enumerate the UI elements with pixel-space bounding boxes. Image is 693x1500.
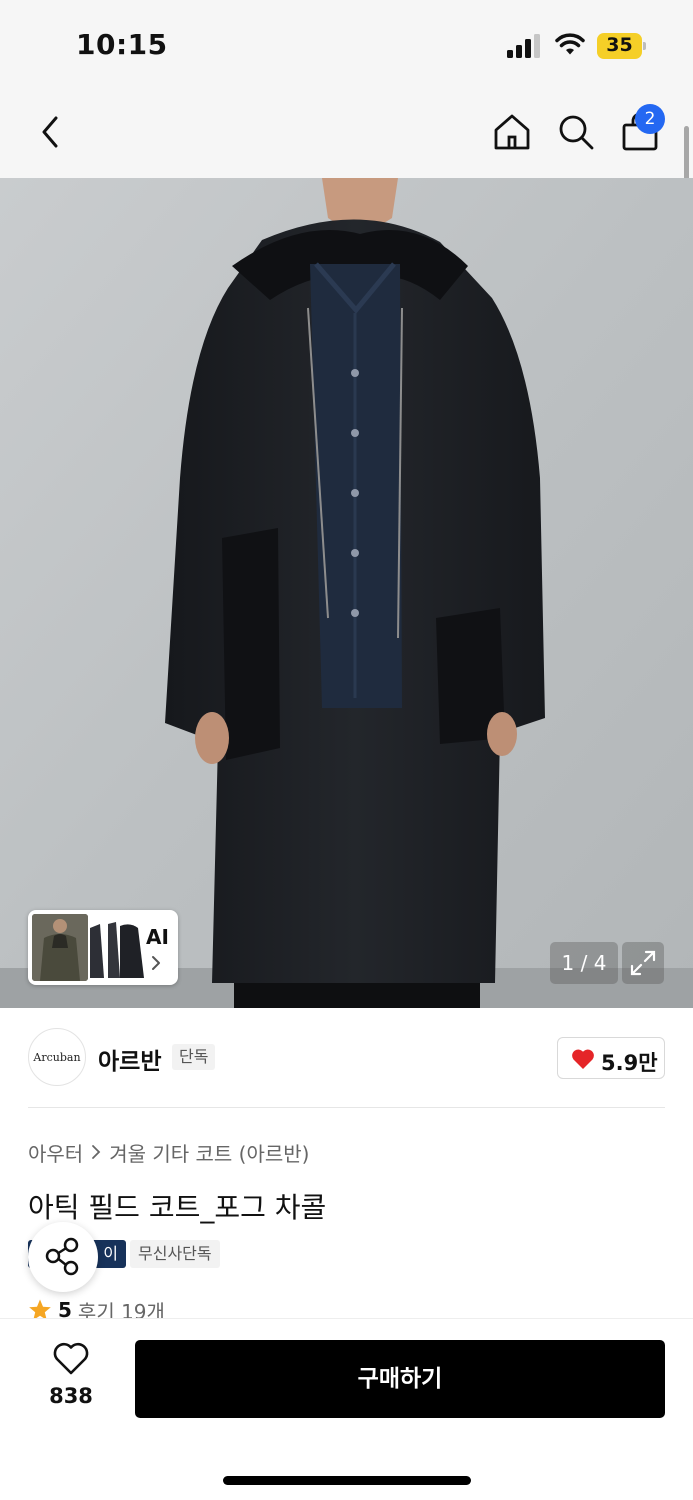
brand-like-button[interactable]: 5.9만 <box>557 1037 665 1079</box>
ai-thumbnail-image <box>32 914 88 981</box>
heart-outline-icon <box>53 1342 89 1375</box>
heart-icon <box>572 1049 594 1069</box>
share-button[interactable] <box>28 1222 98 1292</box>
breadcrumb: 아우터 겨울 기타 코트 (아르반) <box>28 1138 309 1166</box>
chevron-right-icon <box>152 956 160 970</box>
breadcrumb-subcategory[interactable]: 겨울 기타 코트 (아르반) <box>109 1138 309 1167</box>
breadcrumb-category[interactable]: 아우터 <box>28 1138 83 1167</box>
battery-cap <box>643 42 646 50</box>
home-icon[interactable] <box>492 110 532 154</box>
status-bar: 10:15 35 <box>0 0 693 90</box>
image-counter: 1 / 4 <box>550 942 618 984</box>
wishlist-count: 838 <box>49 1384 93 1408</box>
brand-like-count: 5.9만 <box>601 1051 658 1075</box>
wifi-icon <box>555 33 585 55</box>
product-photo-illustration <box>0 178 693 1008</box>
chevron-right-icon <box>92 1145 101 1159</box>
musinsa-exclusive-tag: 무신사단독 <box>130 1240 220 1268</box>
search-icon[interactable] <box>556 110 596 154</box>
expand-button[interactable] <box>622 942 664 984</box>
battery-icon: 35 <box>597 33 647 59</box>
expand-icon <box>630 950 656 976</box>
status-time: 10:15 <box>76 28 168 61</box>
product-title: 아틱 필드 코트_포그 차콜 <box>28 1191 327 1224</box>
ai-recommendation-card[interactable]: AI <box>28 910 178 985</box>
chevron-left-icon[interactable] <box>34 110 68 154</box>
brand-row: Arcuban 아르반 단독 5.9만 <box>28 1028 665 1088</box>
buy-button[interactable]: 구매하기 <box>135 1340 665 1418</box>
section-divider <box>28 1107 665 1108</box>
cellular-signal-icon <box>507 34 540 58</box>
ai-label: AI <box>146 925 169 949</box>
share-icon <box>45 1237 79 1276</box>
brand-logo[interactable]: Arcuban <box>28 1028 86 1086</box>
product-image[interactable] <box>0 178 693 1008</box>
top-navigation <box>0 90 693 178</box>
wishlist-button[interactable]: 838 <box>36 1342 106 1414</box>
battery-level: 35 <box>606 34 633 56</box>
brand-name[interactable]: 아르반 <box>98 1042 161 1076</box>
home-indicator[interactable] <box>223 1476 471 1485</box>
cart-count-badge: 2 <box>635 104 665 134</box>
exclusive-tag: 단독 <box>172 1044 216 1070</box>
